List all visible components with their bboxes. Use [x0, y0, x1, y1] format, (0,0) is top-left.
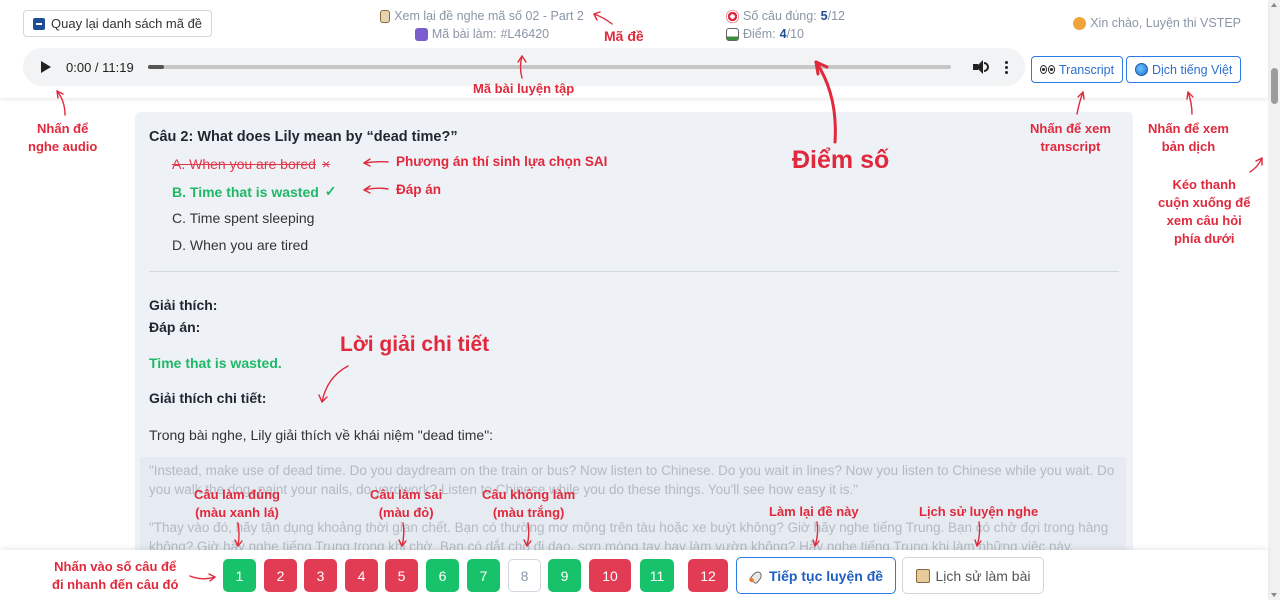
scroll-down-arrow[interactable] — [1271, 593, 1277, 597]
score-label: Điểm: — [743, 27, 776, 41]
divider — [149, 271, 1119, 272]
continue-label: Tiếp tục luyện đề — [768, 567, 884, 584]
score-info: Số câu đúng: 5/12 Điểm: 4/10 — [726, 7, 845, 43]
score-value: 4 — [779, 27, 787, 41]
question-nav-button-11[interactable]: 11 — [640, 559, 674, 592]
question-nav-button-8[interactable]: 8 — [508, 559, 541, 592]
annotation-redo: Làm lại đề này — [769, 504, 859, 519]
audio-time: 0:00 / 11:19 — [66, 59, 134, 75]
annotation-wrong-q: Câu làm sai (màu đỏ) — [370, 487, 443, 520]
answer-label: Đáp án: — [149, 319, 201, 335]
detail-label: Giải thích chi tiết: — [149, 390, 267, 406]
option-d-text: D. When you are tired — [172, 237, 309, 253]
continue-practice-button[interactable]: Tiếp tục luyện đề — [736, 557, 896, 594]
question-nav-button-4[interactable]: 4 — [345, 559, 378, 592]
correct-label: Số câu đúng: — [743, 9, 817, 23]
user-icon — [1073, 16, 1087, 30]
attempt-code: #L46420 — [500, 27, 550, 41]
user-greeting[interactable]: Xin chào, Luyện thi VSTEP — [1073, 16, 1241, 30]
eyes-icon — [1040, 65, 1055, 74]
explanation-paragraph: Trong bài nghe, Lily giải thích về khái … — [149, 427, 494, 443]
question-nav-button-7[interactable]: 7 — [467, 559, 500, 592]
page-scrollbar[interactable] — [1268, 0, 1280, 600]
check-icon: ✓ — [324, 183, 337, 199]
annotation-scroll: Kéo thanh cuộn xuống để xem câu hỏi phía dư… — [1158, 177, 1251, 246]
question-nav-button-12[interactable]: 12 — [688, 559, 728, 592]
correct-count: 5 — [820, 9, 828, 23]
back-icon — [33, 17, 45, 30]
translate-label: Dịch tiếng Việt — [1152, 62, 1233, 77]
annotation-jump: Nhấn vào số câu để đi nhanh đến câu đó — [52, 559, 179, 592]
question-nav-button-1[interactable]: 1 — [223, 559, 256, 592]
option-a-text: A. When you are bored — [172, 156, 316, 172]
back-button-label: Quay lại danh sách mã đề — [51, 16, 203, 31]
question-nav-button-3[interactable]: 3 — [304, 559, 337, 592]
translate-button[interactable]: Dịch tiếng Việt — [1126, 56, 1242, 83]
play-icon[interactable] — [41, 61, 51, 73]
scroll-up-arrow[interactable] — [1271, 3, 1277, 7]
option-c: C. Time spent sleeping — [172, 210, 314, 226]
option-b: B. Time that is wasted ✓ — [172, 183, 337, 200]
annotation-correct-q: Câu làm đúng (màu xanh lá) — [194, 487, 280, 520]
question-nav-button-10[interactable]: 10 — [589, 559, 631, 592]
question-title: Câu 2: What does Lily mean by “dead time… — [149, 129, 458, 145]
question-nav-bar: 1 2 3 4 5 6 7 8 9 10 11 12 Tiếp tục luyện đề Lịch s… — [0, 550, 1268, 600]
annotation-audio: Nhấn để nghe audio — [28, 121, 98, 154]
annotation-score: Điểm số — [792, 146, 890, 174]
annotation-history: Lịch sử luyện nghe — [919, 504, 1039, 519]
transcript-button[interactable]: Transcript — [1031, 56, 1124, 83]
more-options-icon[interactable] — [1005, 60, 1009, 74]
history-button[interactable]: Lịch sử làm bài — [902, 557, 1044, 594]
annotation-ma-de: Mã đề — [604, 28, 644, 44]
explanation-heading: Giải thích: — [149, 297, 218, 313]
rocket-icon — [749, 569, 763, 583]
annotation-transcript: Nhấn để xem transcript — [1030, 121, 1111, 154]
annotation-wrong-choice: Phương án thí sinh lựa chọn SAI — [396, 154, 608, 169]
volume-icon[interactable] — [973, 59, 989, 75]
question-nav-button-9[interactable]: 9 — [548, 559, 581, 592]
scroll-icon — [915, 568, 930, 583]
header-bar: Quay lại danh sách mã đề Xem lại đề nghe… — [0, 0, 1268, 98]
audio-progress-bar[interactable] — [147, 65, 951, 69]
answer-text: Time that is wasted. — [149, 355, 282, 371]
scrollbar-thumb[interactable] — [1271, 68, 1278, 104]
option-a: A. When you are bored × — [172, 156, 330, 172]
correct-total: /12 — [827, 9, 846, 23]
question-card: Câu 2: What does Lily mean by “dead time… — [135, 112, 1133, 562]
option-c-text: C. Time spent sleeping — [172, 210, 315, 226]
option-b-text: B. Time that is wasted — [172, 183, 319, 200]
exam-title: Xem lại đề nghe mã số 02 - Part 2 — [394, 9, 584, 23]
question-nav-button-6[interactable]: 6 — [426, 559, 459, 592]
transcript-label: Transcript — [1059, 62, 1115, 77]
scroll-icon — [380, 9, 391, 23]
exam-info: Xem lại đề nghe mã số 02 - Part 2 Mã bài… — [372, 7, 592, 43]
quote-english: "Instead, make use of dead time. Do you … — [149, 463, 1115, 497]
annotation-translate: Nhấn để xem bản dịch — [1148, 121, 1229, 154]
globe-icon — [1135, 63, 1148, 76]
target-icon — [726, 9, 739, 23]
id-icon — [414, 27, 428, 41]
annotation-ma-bai: Mã bài luyện tập — [473, 81, 575, 96]
history-label: Lịch sử làm bài — [935, 567, 1031, 584]
annotation-answer: Đáp án — [396, 182, 442, 197]
greeting-text: Xin chào, Luyện thi VSTEP — [1090, 16, 1241, 30]
wrong-icon: × — [321, 156, 331, 172]
attempt-label: Mã bài làm: — [431, 27, 497, 41]
back-to-list-button[interactable]: Quay lại danh sách mã đề — [23, 10, 213, 37]
annotation-none-q: Câu không làm (màu trắng) — [482, 487, 576, 520]
annotation-detail: Lời giải chi tiết — [340, 333, 490, 356]
score-total: /10 — [786, 27, 804, 41]
audio-progress-fill — [147, 65, 164, 69]
question-nav-button-5[interactable]: 5 — [385, 559, 418, 592]
chart-icon — [726, 27, 739, 41]
question-nav-button-2[interactable]: 2 — [264, 559, 297, 592]
option-d: D. When you are tired — [172, 237, 308, 253]
